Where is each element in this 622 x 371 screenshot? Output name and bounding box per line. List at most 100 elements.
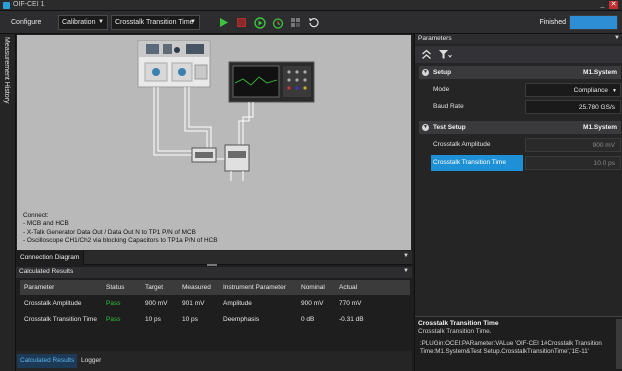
parameters-toolbar — [415, 46, 622, 63]
param-label: Mode — [433, 86, 450, 93]
param-label: Crosstalk Amplitude — [433, 141, 491, 148]
mcb-board — [191, 147, 217, 163]
stop-icon[interactable] — [234, 15, 249, 30]
measurement-dropdown-value: Crosstalk Transition Time — [115, 19, 194, 26]
crosstalk-transition-time-field[interactable]: 10.0 ps — [525, 156, 621, 170]
connection-instructions: Connect: - MCB and HCB - X-Talk Generato… — [23, 212, 218, 245]
app-icon — [3, 2, 10, 9]
configure-button[interactable]: Configure — [11, 16, 41, 29]
cell-status: Pass — [106, 316, 121, 323]
cell-target: 10 ps — [145, 316, 161, 323]
parameters-title: Parameters — [418, 35, 452, 42]
chevron-down-icon[interactable]: ▼ — [422, 124, 429, 131]
results-title: Calculated Results — [19, 268, 74, 275]
column-header[interactable]: Instrument Parameter — [223, 284, 286, 291]
cell-instrument-parameter: Amplitude — [223, 300, 252, 307]
parameters-header: Parameters ▼ — [415, 34, 622, 44]
play-icon[interactable] — [216, 15, 231, 30]
description-title: Crosstalk Transition Time — [418, 320, 499, 327]
cell-actual: -0.31 dB — [339, 316, 364, 323]
connect-title: Connect: — [23, 212, 49, 219]
param-row-baud-rate: Baud Rate 25.780 GS/s — [429, 99, 621, 115]
splitter-handle[interactable] — [207, 264, 217, 266]
progress-bar — [569, 15, 618, 30]
measurement-history-tab[interactable]: Measurement History — [0, 34, 16, 371]
chevron-down-icon[interactable]: ▼ — [614, 35, 620, 41]
param-row-crosstalk-amplitude: Crosstalk Amplitude 900 mV — [429, 137, 621, 153]
window-controls: _ ✕ — [598, 1, 618, 9]
chevron-down-icon: ▼ — [190, 19, 196, 25]
chevron-down-icon[interactable]: ▼ — [422, 69, 429, 76]
timer-icon[interactable] — [270, 15, 285, 30]
chevron-down-icon[interactable]: ▼ — [403, 253, 409, 259]
column-header[interactable]: Parameter — [24, 284, 54, 291]
collapse-all-icon[interactable] — [419, 48, 433, 61]
bottom-tab-bar: Calculated Results Logger — [16, 351, 412, 371]
cell-actual: 770 mV — [339, 300, 362, 307]
connect-line: - X-Talk Generator Data Out / Data Out N… — [23, 228, 196, 236]
section-name: Test Setup — [433, 124, 466, 131]
oscilloscope-instrument — [228, 61, 315, 103]
chevron-down-icon[interactable]: ▼ — [403, 268, 409, 274]
param-label: Baud Rate — [433, 103, 464, 110]
cell-measured: 10 ps — [182, 316, 198, 323]
parameter-description: Crosstalk Transition Time Crosstalk Tran… — [415, 316, 622, 371]
tab-connection-diagram[interactable]: Connection Diagram — [16, 251, 85, 265]
grid-icon[interactable] — [288, 15, 303, 30]
description-subtitle: Crosstalk Transition Time. — [418, 328, 492, 335]
diagram-tab-bar: Connection Diagram ▼ — [16, 251, 412, 265]
measurement-dropdown[interactable]: Crosstalk Transition Time ▼ — [111, 15, 200, 30]
column-header[interactable]: Measured — [182, 284, 211, 291]
cell-instrument-parameter: Deemphasis — [223, 316, 260, 323]
chevron-down-icon: ▼ — [612, 88, 617, 94]
connect-line: - MCB and HCB — [23, 220, 69, 228]
results-header: Calculated Results ▼ — [16, 267, 412, 278]
table-row[interactable]: Crosstalk Transition Time Pass 10 ps 10 … — [20, 312, 410, 327]
column-header[interactable]: Status — [106, 284, 124, 291]
connection-diagram: Connect: - MCB and HCB - X-Talk Generato… — [16, 34, 412, 251]
mode-dropdown[interactable]: Calibration ▼ — [58, 15, 108, 30]
mode-select[interactable]: Compliance ▼ — [525, 83, 621, 97]
connect-line: - Oscilloscope CH1/Ch2 via blocking Capa… — [23, 236, 218, 244]
hcb-board — [224, 144, 250, 181]
window-titlebar: OIF-CEI 1 _ ✕ — [0, 0, 622, 11]
cell-status: Pass — [106, 300, 121, 307]
section-test-setup[interactable]: ▼ Test Setup M1.System — [419, 121, 621, 134]
cell-nominal: 900 mV — [301, 300, 324, 307]
crosstalk-amplitude-field[interactable]: 900 mV — [525, 138, 621, 152]
minimize-icon[interactable]: _ — [598, 1, 607, 9]
mode-dropdown-value: Calibration — [62, 19, 96, 26]
results-table: Parameter Status Target Measured Instrum… — [16, 278, 412, 351]
close-icon[interactable]: ✕ — [609, 1, 618, 9]
table-header: Parameter Status Target Measured Instrum… — [20, 280, 410, 295]
chevron-down-icon: ▼ — [98, 19, 104, 25]
reset-icon[interactable] — [306, 15, 321, 30]
cell-measured: 901 mV — [182, 300, 205, 307]
param-row-mode: Mode Compliance ▼ — [429, 82, 621, 98]
cell-parameter: Crosstalk Amplitude — [24, 300, 82, 307]
toolbar: Configure Calibration ▼ Crosstalk Transi… — [0, 11, 622, 34]
baud-rate-field[interactable]: 25.780 GS/s — [525, 100, 621, 114]
scpi-command: :PLUGin:OCEI:PARameter:VALue 'OIF-CEI 1#… — [420, 340, 602, 355]
section-name: Setup — [433, 69, 452, 76]
section-value: M1.System — [583, 69, 617, 76]
section-value: M1.System — [583, 124, 617, 131]
column-header[interactable]: Target — [145, 284, 163, 291]
parameters-panel: Parameters ▼ ▼ Setup M1.System Mode Comp… — [414, 34, 622, 371]
step-run-icon[interactable] — [252, 15, 267, 30]
diagram-graphic — [137, 40, 315, 181]
section-setup[interactable]: ▼ Setup M1.System — [419, 66, 621, 79]
status-text: Finished — [539, 19, 566, 26]
scrollbar[interactable] — [616, 319, 622, 369]
pattern-generator-instrument — [137, 40, 211, 88]
param-label-selected[interactable]: Crosstalk Transition Time — [431, 155, 523, 171]
tab-logger[interactable]: Logger — [78, 354, 104, 368]
mode-select-value: Compliance — [573, 87, 608, 94]
tab-calculated-results[interactable]: Calculated Results — [17, 354, 78, 368]
table-row[interactable]: Crosstalk Amplitude Pass 900 mV 901 mV A… — [20, 296, 410, 311]
window-title: OIF-CEI 1 — [13, 1, 45, 8]
filter-icon[interactable] — [437, 48, 453, 61]
column-header[interactable]: Actual — [339, 284, 357, 291]
column-header[interactable]: Nominal — [301, 284, 325, 291]
cell-parameter: Crosstalk Transition Time — [24, 316, 97, 323]
